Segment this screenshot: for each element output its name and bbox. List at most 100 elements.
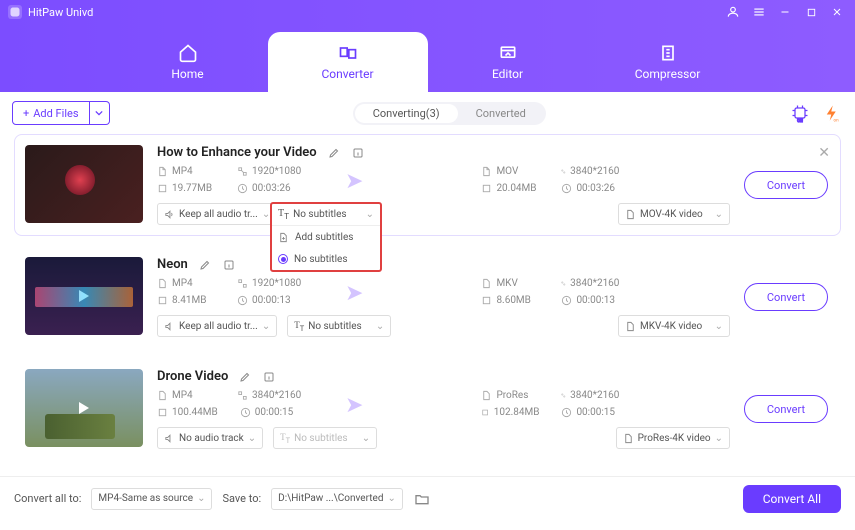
video-card: ✕ How to Enhance your Video MP4 1920*108… xyxy=(14,134,841,236)
video-title: Drone Video xyxy=(157,369,228,384)
audio-value: Keep all audio tr... xyxy=(179,321,258,332)
subtitle-add-label: Add subtitles xyxy=(295,232,353,243)
dst-duration: 00:00:13 xyxy=(576,295,615,306)
tab-converting[interactable]: Converting(3) xyxy=(355,104,458,123)
output-format-dropdown[interactable]: MP4-Same as source ⌄ xyxy=(91,488,212,510)
audio-dropdown[interactable]: No audio track ⌄ xyxy=(157,427,263,449)
toolbar: + Add Files Converting(3) Converted on o… xyxy=(0,92,855,134)
dst-duration: 00:00:15 xyxy=(576,407,615,418)
chevron-down-icon: ⌄ xyxy=(262,209,270,220)
nav-home[interactable]: Home xyxy=(108,32,268,92)
arrow-icon: ➤ xyxy=(345,169,363,194)
src-size: 100.44MB xyxy=(172,407,218,418)
dst-resolution: 3840*2160 xyxy=(570,166,619,177)
nav-editor-label: Editor xyxy=(492,67,523,81)
svg-text:on: on xyxy=(797,118,803,123)
video-thumbnail[interactable] xyxy=(25,145,143,223)
convert-button[interactable]: Convert xyxy=(744,395,828,423)
lightning-icon[interactable]: on xyxy=(821,102,843,124)
nav-converter[interactable]: Converter xyxy=(268,32,428,92)
chevron-down-icon: ⌄ xyxy=(362,433,370,444)
subtitle-none-option[interactable]: No subtitles xyxy=(272,248,380,270)
chevron-down-icon: ⌄ xyxy=(366,209,374,220)
subtitle-dropdown-header[interactable]: TTNo subtitles⌄ xyxy=(272,204,380,226)
edit-icon[interactable] xyxy=(198,258,212,272)
src-duration: 00:03:26 xyxy=(252,183,291,194)
radio-selected-icon xyxy=(278,254,288,264)
subtabs: Converting(3) Converted xyxy=(353,102,546,125)
folder-icon[interactable] xyxy=(413,490,431,508)
audio-value: Keep all audio tr... xyxy=(179,209,258,220)
chevron-down-icon: ⌄ xyxy=(715,321,723,332)
nav-editor[interactable]: Editor xyxy=(428,32,588,92)
video-thumbnail[interactable] xyxy=(25,369,143,447)
video-thumbnail[interactable] xyxy=(25,257,143,335)
convert-all-button[interactable]: Convert All xyxy=(743,485,841,513)
add-files-dropdown[interactable] xyxy=(90,101,110,125)
info-icon[interactable] xyxy=(351,146,365,160)
home-icon xyxy=(176,43,200,63)
edit-icon[interactable] xyxy=(238,370,252,384)
convert-button[interactable]: Convert xyxy=(744,283,828,311)
src-size: 8.41MB xyxy=(172,295,206,306)
dst-format: MKV xyxy=(496,278,517,289)
nav-home-label: Home xyxy=(171,67,203,81)
save-path-dropdown[interactable]: D:\HitPaw ...\Converted⌄ xyxy=(271,488,403,510)
subtitle-dropdown[interactable]: TTNo subtitles⌄ xyxy=(273,427,377,449)
play-icon xyxy=(79,290,89,302)
preset-dropdown[interactable]: ProRes-4K video⌄ xyxy=(616,427,730,449)
footer: Convert all to: MP4-Same as source ⌄ Save… xyxy=(0,476,855,520)
src-resolution: 1920*1080 xyxy=(252,166,301,177)
src-duration: 00:00:13 xyxy=(252,295,291,306)
src-format: MP4 xyxy=(172,390,193,401)
preset-value: ProRes-4K video xyxy=(638,433,711,444)
video-list: ✕ How to Enhance your Video MP4 1920*108… xyxy=(0,134,855,476)
save-to-label: Save to: xyxy=(222,492,261,505)
src-duration: 00:00:15 xyxy=(255,407,294,418)
convert-all-to-label: Convert all to: xyxy=(14,492,81,505)
convert-button[interactable]: Convert xyxy=(744,171,828,199)
src-format: MP4 xyxy=(172,278,193,289)
gpu-accel-icon[interactable]: on xyxy=(789,102,811,124)
video-card: Neon MP41920*1080 8.41MB00:00:13 ➤ MKV38… xyxy=(14,246,841,348)
play-icon xyxy=(79,402,89,414)
nav-compressor[interactable]: Compressor xyxy=(588,32,748,92)
dst-duration: 00:03:26 xyxy=(576,183,615,194)
menu-icon[interactable] xyxy=(749,2,769,22)
app-title: HitPaw Univd xyxy=(28,6,717,19)
svg-text:on: on xyxy=(834,118,840,123)
info-icon[interactable] xyxy=(222,258,236,272)
subtitle-add-option[interactable]: Add subtitles xyxy=(272,226,380,248)
close-button[interactable] xyxy=(827,2,847,22)
chevron-down-icon: ⌄ xyxy=(715,209,723,220)
minimize-button[interactable] xyxy=(775,2,795,22)
audio-dropdown[interactable]: Keep all audio tr...⌄ xyxy=(157,315,277,337)
audio-dropdown[interactable]: Keep all audio tr... ⌄ xyxy=(157,203,277,225)
video-title: Neon xyxy=(157,257,188,272)
src-resolution: 3840*2160 xyxy=(252,390,301,401)
save-path-value: D:\HitPaw ...\Converted xyxy=(278,493,383,504)
info-icon[interactable] xyxy=(262,370,276,384)
maximize-button[interactable] xyxy=(801,2,821,22)
subtitle-dropdown[interactable]: TTNo subtitles⌄ xyxy=(287,315,391,337)
add-files-button[interactable]: + Add Files xyxy=(12,101,90,125)
dst-size: 20.04MB xyxy=(496,183,536,194)
chevron-down-icon: ⌄ xyxy=(197,493,205,504)
src-size: 19.77MB xyxy=(172,183,212,194)
output-format-value: MP4-Same as source xyxy=(98,493,193,504)
preset-value: MOV-4K video xyxy=(640,209,703,220)
converter-icon xyxy=(336,43,360,63)
preset-dropdown[interactable]: MKV-4K video⌄ xyxy=(618,315,730,337)
nav-converter-label: Converter xyxy=(321,67,373,81)
dst-resolution: 3840*2160 xyxy=(570,390,619,401)
subtitle-head: No subtitles xyxy=(293,209,346,220)
remove-button[interactable]: ✕ xyxy=(818,145,830,161)
account-icon[interactable] xyxy=(723,2,743,22)
chevron-down-icon: ⌄ xyxy=(248,433,256,444)
subtitle-dropdown-open: TTNo subtitles⌄ Add subtitles No subtitl… xyxy=(270,202,382,272)
preset-dropdown[interactable]: MOV-4K video ⌄ xyxy=(618,203,730,225)
audio-value: No audio track xyxy=(179,433,244,444)
edit-icon[interactable] xyxy=(327,146,341,160)
dst-size: 102.84MB xyxy=(494,407,540,418)
tab-converted[interactable]: Converted xyxy=(458,104,544,123)
